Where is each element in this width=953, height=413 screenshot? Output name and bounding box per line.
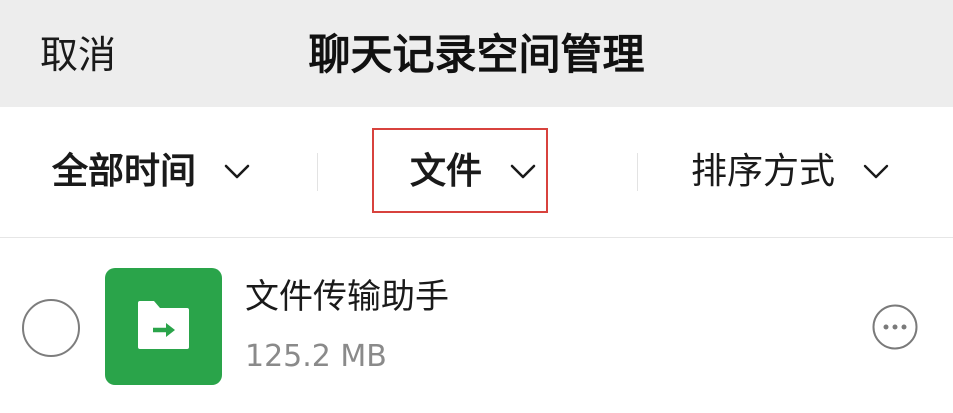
nav-bar: 取消 聊天记录空间管理: [0, 0, 953, 107]
filter-separator: [317, 153, 318, 191]
sort-filter-dropdown[interactable]: 排序方式: [691, 150, 889, 194]
more-dot: [883, 324, 889, 330]
cancel-button[interactable]: 取消: [40, 33, 116, 77]
more-icon[interactable]: [872, 304, 918, 350]
filter-bar: 全部时间 文件 排序方式: [0, 107, 953, 237]
list-item[interactable]: 文件传输助手 125.2 MB: [0, 238, 953, 413]
time-filter-dropdown[interactable]: 全部时间: [52, 150, 250, 194]
chat-storage-list: 文件传输助手 125.2 MB: [0, 238, 953, 413]
time-filter-label: 全部时间: [52, 151, 197, 192]
type-filter-dropdown[interactable]: 文件: [410, 150, 536, 194]
storage-size: 125.2 MB: [245, 339, 387, 374]
chat-name: 文件传输助手: [245, 277, 449, 317]
type-filter-label: 文件: [410, 151, 483, 192]
chevron-down-icon: [510, 164, 536, 179]
file-transfer-folder-icon: [105, 268, 222, 385]
more-dot: [901, 324, 907, 330]
chevron-down-icon: [224, 164, 250, 179]
sort-filter-label: 排序方式: [691, 151, 836, 192]
page-title: 聊天记录空间管理: [308, 30, 645, 79]
filter-separator: [637, 153, 638, 191]
more-dot: [892, 324, 898, 330]
more-circle-icon: [872, 304, 918, 350]
chevron-down-icon: [863, 164, 889, 179]
select-radio[interactable]: [22, 299, 80, 357]
folder-shape: [138, 301, 189, 349]
folder-icon: [138, 301, 189, 349]
